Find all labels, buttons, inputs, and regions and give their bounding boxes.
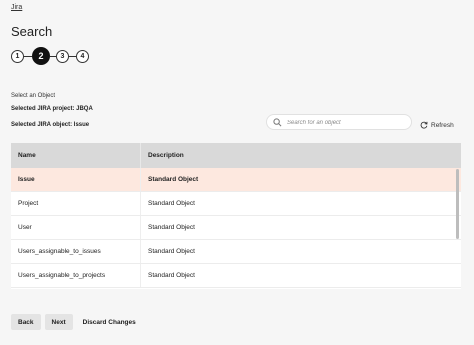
column-header-description[interactable]: Description (140, 143, 461, 168)
row-name: User (18, 224, 32, 231)
table-header: Name Description (11, 143, 461, 168)
step-3[interactable]: 3 (56, 50, 69, 63)
objects-table: Name Description Issue Standard Object P… (11, 143, 461, 289)
refresh-label: Refresh (431, 121, 454, 129)
row-description: Standard Object (140, 240, 461, 263)
footer-actions: Back Next Discard Changes (11, 314, 142, 330)
row-description: Standard Object (140, 168, 461, 191)
table-scrollbar[interactable] (456, 169, 459, 239)
search-input[interactable] (285, 116, 409, 130)
row-description: Standard Object (140, 192, 461, 215)
row-description: Standard Object (140, 216, 461, 239)
step-4[interactable]: 4 (76, 50, 89, 63)
search-box[interactable] (266, 114, 412, 130)
selected-object: Selected JIRA object: Issue (11, 122, 90, 128)
refresh-button[interactable]: Refresh (420, 119, 454, 131)
step-connector (69, 56, 76, 57)
table-row[interactable]: Users_assignable_to_projects Standard Ob… (11, 264, 461, 288)
column-header-name[interactable]: Name (11, 152, 140, 159)
step-connector (24, 56, 32, 57)
discard-changes-button[interactable]: Discard Changes (77, 314, 142, 330)
search-icon (273, 118, 282, 127)
section-label: Select an Object (11, 93, 56, 99)
table-row[interactable]: Users_assignable_to_issues Standard Obje… (11, 240, 461, 264)
page-title: Search (11, 24, 53, 39)
row-name: Users_assignable_to_issues (18, 248, 101, 255)
back-button[interactable]: Back (11, 314, 41, 330)
row-name: Users_assignable_to_projects (18, 272, 106, 279)
next-button[interactable]: Next (44, 314, 73, 330)
table-row-selected[interactable]: Issue Standard Object (11, 168, 461, 192)
row-name: Issue (18, 176, 35, 183)
row-name: Project (18, 200, 39, 207)
breadcrumb-jira[interactable]: Jira (11, 4, 22, 11)
selected-project: Selected JIRA project: JBQA (11, 106, 93, 112)
table-row[interactable]: Project Standard Object (11, 192, 461, 216)
step-1[interactable]: 1 (11, 50, 24, 63)
row-description: Standard Object (140, 264, 461, 287)
table-row[interactable]: User Standard Object (11, 216, 461, 240)
refresh-icon (420, 121, 428, 129)
step-2-active[interactable]: 2 (32, 47, 50, 65)
